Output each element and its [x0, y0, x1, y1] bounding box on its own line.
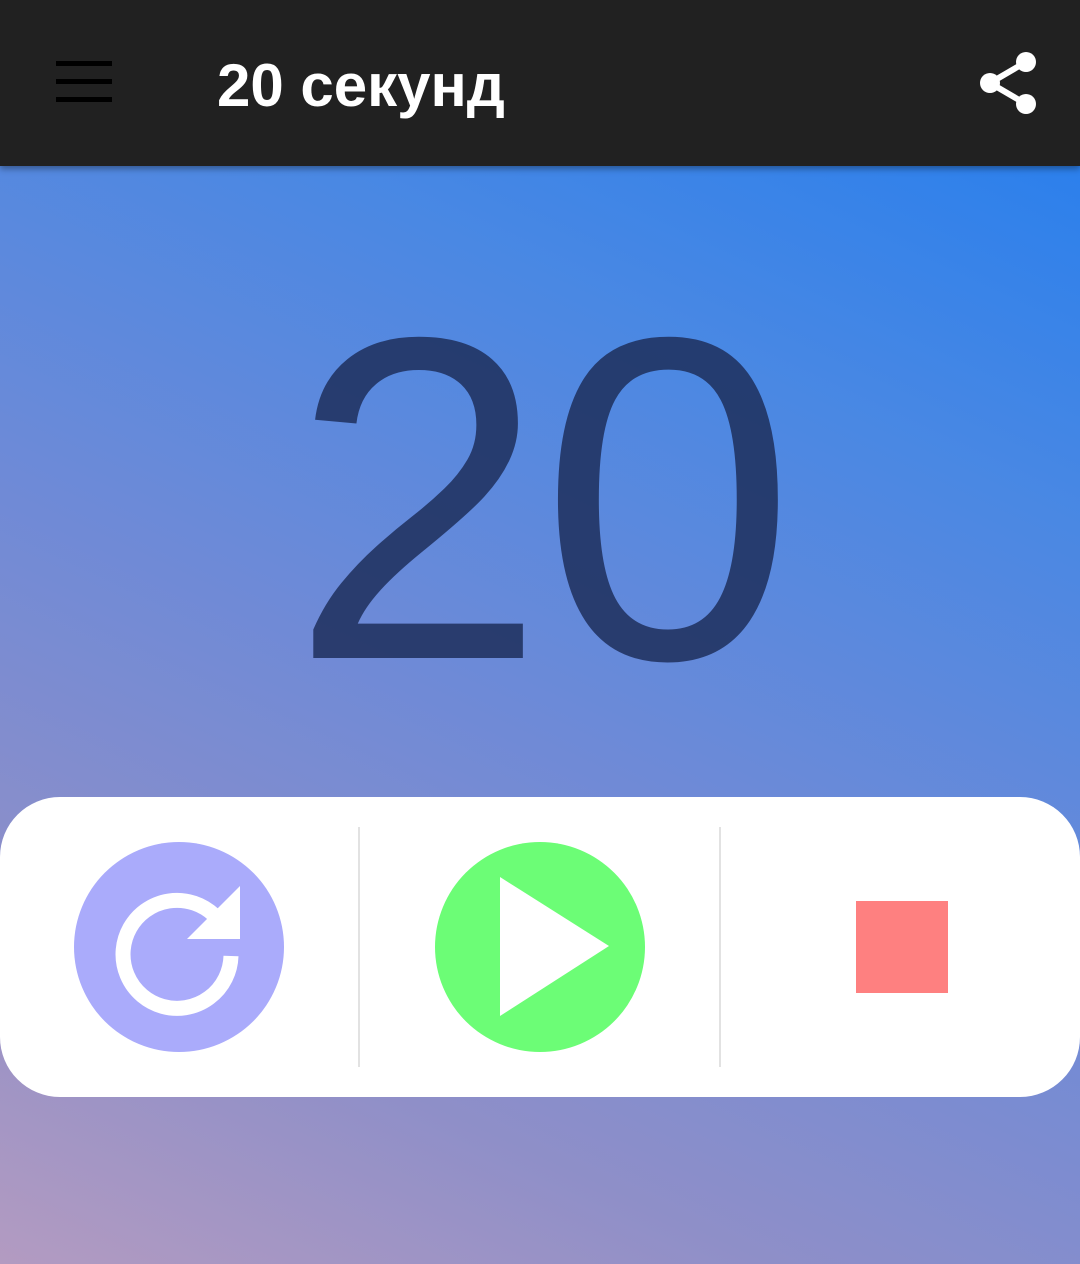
share-icon	[980, 52, 1036, 114]
stop-button[interactable]	[721, 797, 1079, 1097]
divider	[358, 827, 360, 1067]
play-button[interactable]	[361, 797, 719, 1097]
restart-button[interactable]	[0, 797, 358, 1097]
share-button[interactable]	[972, 46, 1044, 118]
play-icon	[500, 877, 609, 1016]
countdown-value: 20	[290, 243, 796, 756]
menu-button[interactable]	[40, 45, 128, 121]
app-bar: 20 секунд	[0, 0, 1080, 166]
controls-panel	[0, 797, 1080, 1097]
stop-icon	[856, 901, 948, 993]
page-title: 20 секунд	[217, 52, 505, 119]
restart-icon	[115, 886, 240, 1016]
